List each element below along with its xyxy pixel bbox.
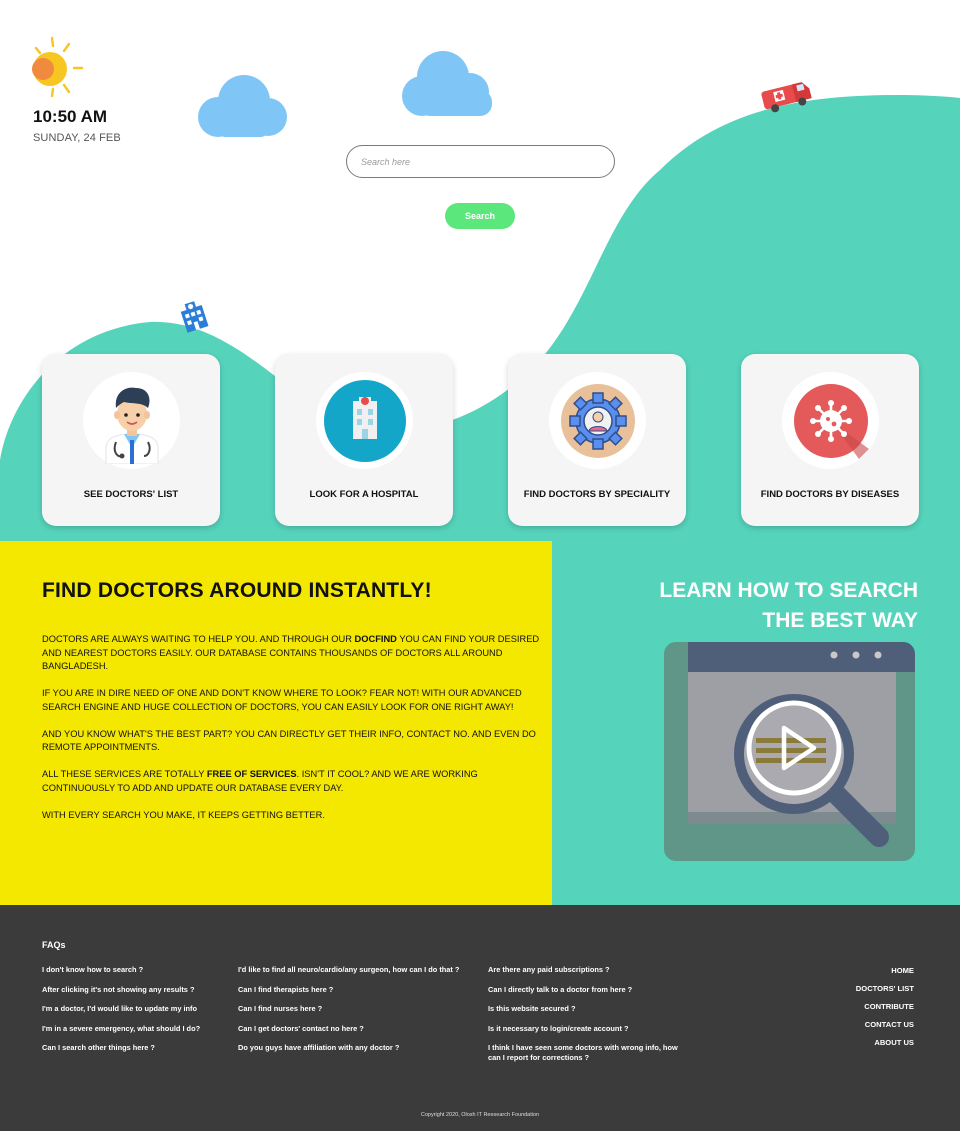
footer-nav-about-us[interactable]: ABOUT US [856, 1038, 914, 1048]
faq-link[interactable]: After clicking it's not showing any resu… [42, 985, 222, 995]
faq-link[interactable]: I think I have seen some doctors with wr… [488, 1043, 678, 1062]
footer: FAQs I don't know how to search ? After … [0, 905, 960, 1131]
faq-link[interactable]: Can I find therapists here ? [238, 985, 478, 995]
cloud-left-icon [198, 75, 287, 137]
faq-heading: FAQs [42, 940, 66, 950]
card-label: LOOK FOR A HOSPITAL [309, 489, 419, 500]
card-label: SEE DOCTORS' LIST [83, 489, 179, 500]
doctor-icon [105, 387, 158, 464]
building-icon [180, 301, 209, 333]
clock-date: SUNDAY, 24 FEB [33, 132, 121, 144]
card-label: FIND DOCTORS BY DISEASES [760, 489, 900, 500]
card-hospital[interactable]: LOOK FOR A HOSPITAL [275, 354, 453, 526]
faq-link[interactable]: Can I find nurses here ? [238, 1004, 478, 1014]
faq-link[interactable]: Is it necessary to login/create account … [488, 1024, 678, 1034]
card-doctors-list[interactable]: SEE DOCTORS' LIST [42, 354, 220, 526]
info-paragraph: WITH EVERY SEARCH YOU MAKE, IT KEEPS GET… [42, 809, 325, 820]
search-field-wrapper [346, 145, 615, 178]
card-icon-ring [316, 372, 413, 469]
footer-nav: HOME DOCTORS' LIST CONTRIBUTE CONTACT US… [856, 966, 914, 1056]
cloud-right-icon [402, 51, 492, 116]
faq-link[interactable]: Can I directly talk to a doctor from her… [488, 985, 678, 995]
info-paragraph: AND YOU KNOW WHAT'S THE BEST PART? YOU C… [42, 728, 536, 753]
faq-column-3: Are there any paid subscriptions ? Can I… [488, 965, 678, 1072]
footer-nav-doctors-list[interactable]: DOCTORS' LIST [856, 984, 914, 994]
info-paragraph: ALL THESE SERVICES ARE TOTALLY FREE OF S… [42, 769, 478, 793]
hospital-icon [323, 379, 406, 462]
hero-section: 10:50 AM SUNDAY, 24 FEB Search here Sear… [0, 0, 960, 541]
faq-link[interactable]: Do you guys have affiliation with any do… [238, 1043, 478, 1053]
footer-nav-home[interactable]: HOME [856, 966, 914, 976]
footer-nav-contact-us[interactable]: CONTACT US [856, 1020, 914, 1030]
info-paragraph: DOCTORS ARE ALWAYS WAITING TO HELP YOU. … [42, 634, 540, 671]
learn-title: LEARN HOW TO SEARCH THE BEST WAY [659, 579, 918, 632]
faq-column-1: I don't know how to search ? After click… [42, 965, 222, 1063]
search-button[interactable]: Search [445, 203, 515, 229]
faq-link[interactable]: Are there any paid subscriptions ? [488, 965, 678, 975]
card-icon-ring [782, 372, 879, 469]
faq-link[interactable]: I'm a doctor, I'd would like to update m… [42, 1004, 222, 1014]
search-input[interactable] [347, 146, 614, 177]
copyright-text: Copyright 2020, Olosh IT Reesearch Found… [420, 1112, 540, 1118]
sun-icon [32, 36, 84, 98]
faq-column-2: I'd like to find all neuro/cardio/any su… [238, 965, 478, 1063]
card-label: FIND DOCTORS BY SPECIALITY [523, 489, 671, 500]
card-diseases[interactable]: FIND DOCTORS BY DISEASES [741, 354, 919, 526]
faq-link[interactable]: Can I search other things here ? [42, 1043, 222, 1053]
info-title: FIND DOCTORS AROUND INSTANTLY! [42, 579, 432, 602]
faq-link[interactable]: I'm in a severe emergency, what should I… [42, 1024, 222, 1034]
faq-link[interactable]: Is this website secured ? [488, 1004, 678, 1014]
footer-nav-contribute[interactable]: CONTRIBUTE [856, 1002, 914, 1012]
info-paragraph: IF YOU ARE IN DIRE NEED OF ONE AND DON'T… [42, 688, 522, 712]
faq-link[interactable]: I'd like to find all neuro/cardio/any su… [238, 965, 478, 975]
faq-link[interactable]: Can I get doctors' contact no here ? [238, 1024, 478, 1034]
card-icon-ring [549, 372, 646, 469]
tutorial-video-player[interactable] [664, 642, 915, 861]
virus-icon [793, 383, 869, 459]
info-body: DOCTORS ARE ALWAYS WAITING TO HELP YOU. … [42, 633, 547, 836]
clock-time: 10:50 AM [33, 107, 108, 126]
faq-link[interactable]: I don't know how to search ? [42, 965, 222, 975]
card-speciality[interactable]: FIND DOCTORS BY SPECIALITY [508, 354, 686, 526]
speciality-gear-icon [560, 383, 635, 458]
card-icon-ring [83, 372, 180, 469]
